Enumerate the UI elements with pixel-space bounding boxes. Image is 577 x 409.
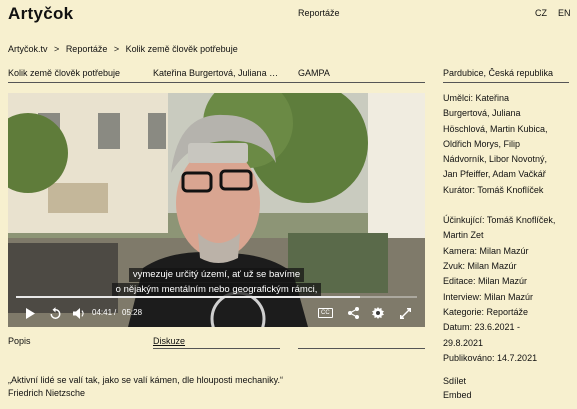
video-controls: 04:41 / 05:28 CC [8, 304, 425, 324]
video-player[interactable]: vymezuje určitý území, ať už se bavíme o… [8, 93, 425, 327]
breadcrumb-separator: > [54, 44, 60, 54]
credits-sidebar: Umělci: Kateřina Burgertová, Juliana Hös… [443, 91, 575, 320]
time-separator: / [114, 308, 117, 317]
captions-button[interactable]: CC [318, 308, 333, 318]
credit-line: Účinkující: Tomáš Knoflíček, [443, 215, 556, 226]
credit-line: Nádvorník, Libor Novotný, [443, 154, 548, 165]
video-subtitles: vymezuje určitý území, ať už se bavíme o… [8, 267, 425, 297]
meta-line: Datum: 23.6.2021 - [443, 322, 521, 333]
credit-line: Umělci: Kateřina [443, 93, 510, 103]
credit-line: Interview: Milan Mazúr [443, 291, 534, 302]
settings-gear-icon[interactable] [369, 304, 387, 322]
total-time: 05:28 [122, 308, 143, 317]
quote-text: „Aktivní lidé se valí tak, jako se valí … [8, 375, 283, 385]
meta-line: Publikováno: 14.7.2021 [443, 352, 538, 363]
credit-line: Kurátor: Tomáš Knoflíček [443, 184, 544, 195]
meta-line: 29.8.2021 [443, 337, 484, 348]
subtitle-line: o nějakým mentálním nebo geografickým rá… [111, 283, 322, 297]
video-metadata: Kategorie: Reportáže Datum: 23.6.2021 - … [443, 305, 537, 366]
credit-line: Oldřich Morys, Filip [443, 138, 521, 149]
credit-line: Zvuk: Milan Mazúr [443, 260, 517, 271]
share-icon[interactable] [344, 304, 362, 322]
site-logo[interactable]: Artyčok [8, 4, 73, 24]
video-title: Kolik země člověk potřebuje [8, 68, 121, 78]
video-progress-bar[interactable] [16, 296, 417, 298]
credit-line: Jan Pfeiffer, Adam Vačkář [443, 169, 546, 180]
fullscreen-icon[interactable] [396, 304, 414, 322]
current-time: 04:41 [92, 308, 113, 317]
breadcrumb-current: Kolik země člověk potřebuje [125, 44, 238, 54]
share-link[interactable]: Sdílet [443, 376, 466, 386]
play-icon[interactable] [22, 304, 38, 322]
tab-diskuze[interactable]: Diskuze [153, 336, 185, 346]
divider [153, 348, 280, 349]
quote-author: Friedrich Nietzsche [8, 388, 86, 398]
tab-popis[interactable]: Popis [8, 336, 31, 346]
nav-item-reportaze[interactable]: Reportáže [298, 8, 340, 18]
lang-cz-link[interactable]: CZ [535, 8, 547, 18]
meta-line: Kategorie: Reportáže [443, 307, 529, 317]
quote: „Aktivní lidé se valí tak, jako se valí … [8, 374, 283, 400]
credit-line: Martin Zet [443, 230, 484, 241]
lang-en-link[interactable]: EN [558, 8, 571, 18]
credit-line: Höschlová, Martin Kubica, [443, 123, 548, 134]
credit-line: Burgertová, Juliana [443, 108, 521, 119]
breadcrumb: Artyčok.tv > Reportáže > Kolik země člov… [8, 44, 242, 54]
divider [298, 348, 425, 349]
embed-link[interactable]: Embed [443, 390, 472, 400]
breadcrumb-home-link[interactable]: Artyčok.tv [8, 44, 48, 54]
credit-line: Editace: Milan Mazúr [443, 276, 528, 287]
video-authors: Kateřina Burgertová, Juliana Höschlová [153, 68, 281, 78]
crew-credits: Účinkující: Tomáš Knoflíček, Martin Zet … [443, 213, 575, 305]
video-authors-text: Kateřina Burgertová, Juliana Höschlová [153, 68, 281, 78]
breadcrumb-reportaze-link[interactable]: Reportáže [66, 44, 108, 54]
video-venue: GAMPA [298, 68, 330, 78]
volume-icon[interactable] [70, 304, 88, 322]
divider [443, 82, 569, 83]
divider [8, 82, 425, 83]
subtitle-line: vymezuje určitý území, ať už se bavíme [128, 268, 305, 282]
replay-10-icon[interactable] [46, 304, 64, 322]
video-location: Pardubice, Česká republika [443, 68, 554, 78]
credit-line: Kamera: Milan Mazúr [443, 245, 529, 256]
breadcrumb-separator: > [113, 44, 120, 54]
video-progress-fill [16, 296, 360, 298]
artists-credits: Umělci: Kateřina Burgertová, Juliana Hös… [443, 91, 575, 198]
